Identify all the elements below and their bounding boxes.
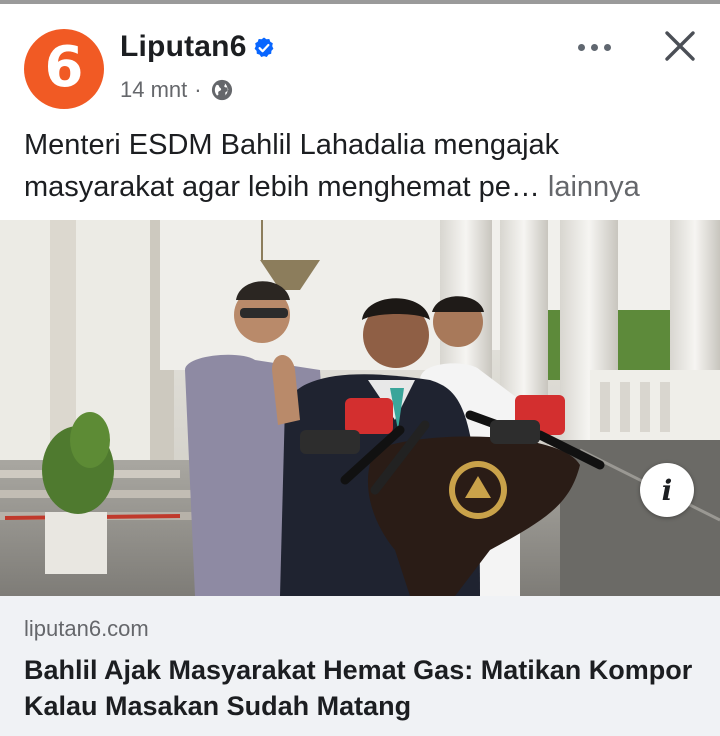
timestamp[interactable]: 14 mnt (120, 77, 187, 103)
page-name[interactable]: Liputan6 (120, 30, 247, 64)
info-icon[interactable]: i (640, 463, 694, 517)
post-meta: 14 mnt · (120, 77, 233, 103)
post-header: 6 Liputan6 14 mnt · (0, 4, 720, 120)
caption-text: Menteri ESDM Bahlil Lahadalia mengajak m… (24, 129, 560, 203)
verified-badge-icon (254, 37, 274, 57)
link-domain: liputan6.com (24, 616, 149, 641)
link-preview-card[interactable]: liputan6.com Bahlil Ajak Masyarakat Hema… (0, 596, 720, 736)
more-options-icon[interactable] (570, 34, 618, 60)
avatar[interactable]: 6 (24, 29, 104, 109)
post-caption: Menteri ESDM Bahlil Lahadalia mengajak m… (24, 124, 704, 208)
globe-icon (211, 79, 232, 101)
see-more-link[interactable]: lainnya (548, 171, 640, 203)
press-conference-image (0, 220, 720, 596)
post-photo[interactable]: i (0, 220, 720, 596)
close-icon[interactable] (660, 26, 700, 66)
meta-separator: · (194, 77, 202, 102)
link-headline: Bahlil Ajak Masyarakat Hemat Gas: Matika… (24, 655, 693, 721)
avatar-logo-text: 6 (44, 34, 84, 100)
